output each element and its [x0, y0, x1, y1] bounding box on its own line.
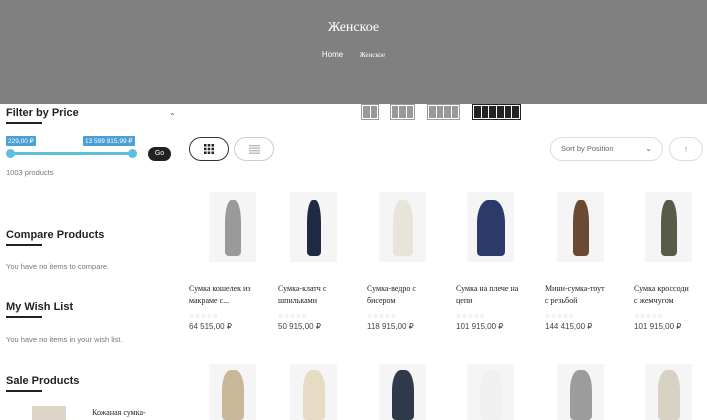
model-figure — [572, 200, 589, 256]
product-price: 101 915,00 ₽ — [634, 322, 682, 331]
product-image[interactable] — [557, 364, 604, 420]
product-price: 50 915,00 ₽ — [278, 322, 321, 331]
model-figure — [224, 200, 241, 256]
breadcrumb: Home Женское — [0, 50, 707, 59]
product-image[interactable] — [379, 192, 426, 262]
product-name[interactable]: Сумка-клатч с шпильками — [278, 283, 364, 307]
model-figure — [391, 370, 414, 420]
breadcrumb-home-link[interactable]: Home — [322, 50, 343, 59]
model-figure — [660, 200, 677, 256]
title-underline — [6, 122, 42, 124]
product-name-line: цепи — [456, 296, 473, 305]
product-image[interactable] — [645, 192, 692, 262]
sort-direction-button[interactable]: ↑ — [669, 137, 703, 161]
filter-by-price-title[interactable]: Filter by Price — [6, 107, 79, 119]
product-price: 118 915,00 ₽ — [367, 322, 414, 331]
compare-empty-text: You have no items to compare. — [6, 262, 110, 271]
grid-view-button[interactable] — [189, 137, 229, 161]
rating-stars: ☆☆☆☆☆ — [189, 314, 219, 320]
product-image[interactable] — [290, 364, 337, 420]
breadcrumb-current: Женское — [359, 51, 386, 59]
product-image[interactable] — [209, 192, 256, 262]
product-image[interactable] — [290, 192, 337, 262]
product-name-line: Сумка кроссоди — [634, 284, 689, 293]
product-image[interactable] — [209, 364, 256, 420]
columns-4-icon[interactable] — [427, 104, 460, 120]
wishlist-empty-text: You have no items in your wish list. — [6, 335, 123, 344]
product-name-line: Сумка на плече на — [456, 284, 519, 293]
page-hero: Женское Home Женское — [0, 0, 707, 104]
model-figure — [476, 200, 505, 256]
product-name-line: Сумка-ведро с — [367, 284, 416, 293]
product-name-line: шпильками — [278, 296, 318, 305]
title-underline — [6, 244, 42, 246]
model-figure — [657, 370, 680, 420]
product-image[interactable] — [379, 364, 426, 420]
list-view-button[interactable] — [234, 137, 274, 161]
product-name-line: Сумка-клатч с — [278, 284, 327, 293]
rating-stars: ☆☆☆☆☆ — [456, 314, 486, 320]
wishlist-title: My Wish List — [6, 301, 74, 313]
product-name[interactable]: Сумка-ведро с бисером — [367, 283, 453, 307]
model-figure — [479, 370, 502, 420]
title-underline — [6, 390, 42, 392]
sort-label: Sort by Position — [561, 144, 614, 153]
model-figure — [302, 370, 325, 420]
price-slider-min-handle[interactable] — [6, 149, 15, 158]
arrow-up-icon: ↑ — [683, 144, 689, 154]
page-title: Женское — [327, 20, 380, 35]
product-price: 64 515,00 ₽ — [189, 322, 232, 331]
columns-3-icon[interactable] — [390, 104, 415, 120]
product-name-line: бисером — [367, 296, 396, 305]
rating-stars: ☆☆☆☆☆ — [545, 314, 575, 320]
rating-stars: ☆☆☆☆☆ — [367, 314, 397, 320]
model-figure — [221, 370, 244, 420]
chevron-down-icon: ⌄ — [645, 144, 652, 153]
product-price: 144 415,00 ₽ — [545, 322, 593, 331]
model-figure — [392, 200, 413, 256]
model-figure — [569, 370, 592, 420]
price-slider-max-handle[interactable] — [128, 149, 137, 158]
price-slider-track[interactable] — [10, 152, 132, 155]
price-max-tag: 13 599 915,99 ₽ — [83, 136, 135, 146]
sort-select[interactable]: Sort by Position ⌄ — [550, 137, 663, 161]
product-image[interactable] — [645, 364, 692, 420]
sale-product-image[interactable] — [32, 406, 66, 420]
products-count: 1003 products — [6, 168, 54, 177]
product-name[interactable]: Сумка кошелек из макраме с... — [189, 283, 275, 307]
product-image[interactable] — [467, 192, 514, 262]
model-figure — [306, 200, 321, 256]
product-name-line: макраме с... — [189, 296, 230, 305]
compare-products-title: Compare Products — [6, 229, 105, 241]
list-icon — [248, 144, 260, 154]
go-button[interactable]: Go — [148, 147, 171, 161]
sale-products-title: Sale Products — [6, 375, 80, 387]
sale-product-name[interactable]: Кожаная сумка- — [92, 408, 146, 417]
grid-icon — [204, 144, 214, 154]
product-name-line: Сумка кошелек из — [189, 284, 251, 293]
product-name-line: с жемчугом — [634, 296, 674, 305]
product-name-line: Мини-сумка-тоут — [545, 284, 605, 293]
product-image[interactable] — [557, 192, 604, 262]
rating-stars: ☆☆☆☆☆ — [634, 314, 664, 320]
columns-6-icon[interactable] — [472, 104, 521, 120]
rating-stars: ☆☆☆☆☆ — [278, 314, 308, 320]
product-name[interactable]: Сумка кроссоди с жемчугом — [634, 283, 707, 307]
product-name[interactable]: Сумка на плече на цепи — [456, 283, 542, 307]
chevron-up-icon[interactable]: ⌃ — [169, 112, 176, 121]
product-name-line: с резьбой — [545, 296, 578, 305]
product-image[interactable] — [467, 364, 514, 420]
columns-2-icon[interactable] — [361, 104, 379, 120]
price-min-tag: 229,00 ₽ — [6, 136, 36, 146]
title-underline — [6, 316, 42, 318]
product-name[interactable]: Мини-сумка-тоут с резьбой — [545, 283, 631, 307]
product-price: 101 915,00 ₽ — [456, 322, 504, 331]
